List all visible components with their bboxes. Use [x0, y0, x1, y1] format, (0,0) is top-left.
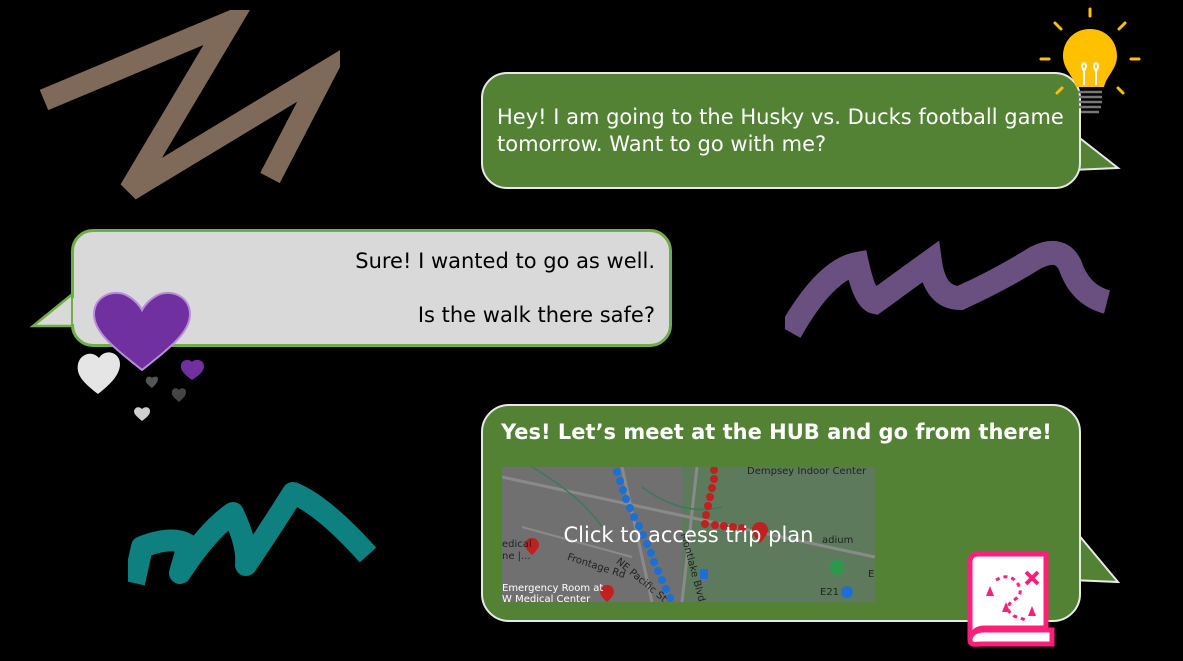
map-label: E	[868, 569, 875, 580]
teal-squiggle	[128, 482, 377, 586]
map-label: W Medical Center	[502, 594, 591, 602]
purple-squiggle	[785, 240, 1111, 338]
map-label: Dempsey Indoor Center	[747, 467, 867, 477]
trip-plan-map-link[interactable]: Dempsey Indoor Center adium edical ne |.…	[502, 467, 875, 602]
lightbulb-icon	[1039, 7, 1141, 114]
brown-squiggle	[40, 10, 340, 200]
message-text: Hey! I am going to the Husky vs. Ducks f…	[497, 105, 1064, 156]
trip-plan-link-label[interactable]: Click to access trip plan	[502, 523, 875, 547]
message-text: Sure! I wanted to go as well.	[355, 249, 655, 273]
map-label: E21	[820, 587, 840, 598]
map-label: ne |...	[502, 551, 531, 562]
heart-cluster-icon	[77, 291, 204, 421]
map-route-icon	[967, 551, 1055, 647]
message-text: Yes! Let’s meet at the HUB and go from t…	[501, 420, 1052, 444]
message-bubble-outgoing: Hey! I am going to the Husky vs. Ducks f…	[481, 72, 1081, 189]
map-label: Emergency Room at	[502, 583, 604, 594]
